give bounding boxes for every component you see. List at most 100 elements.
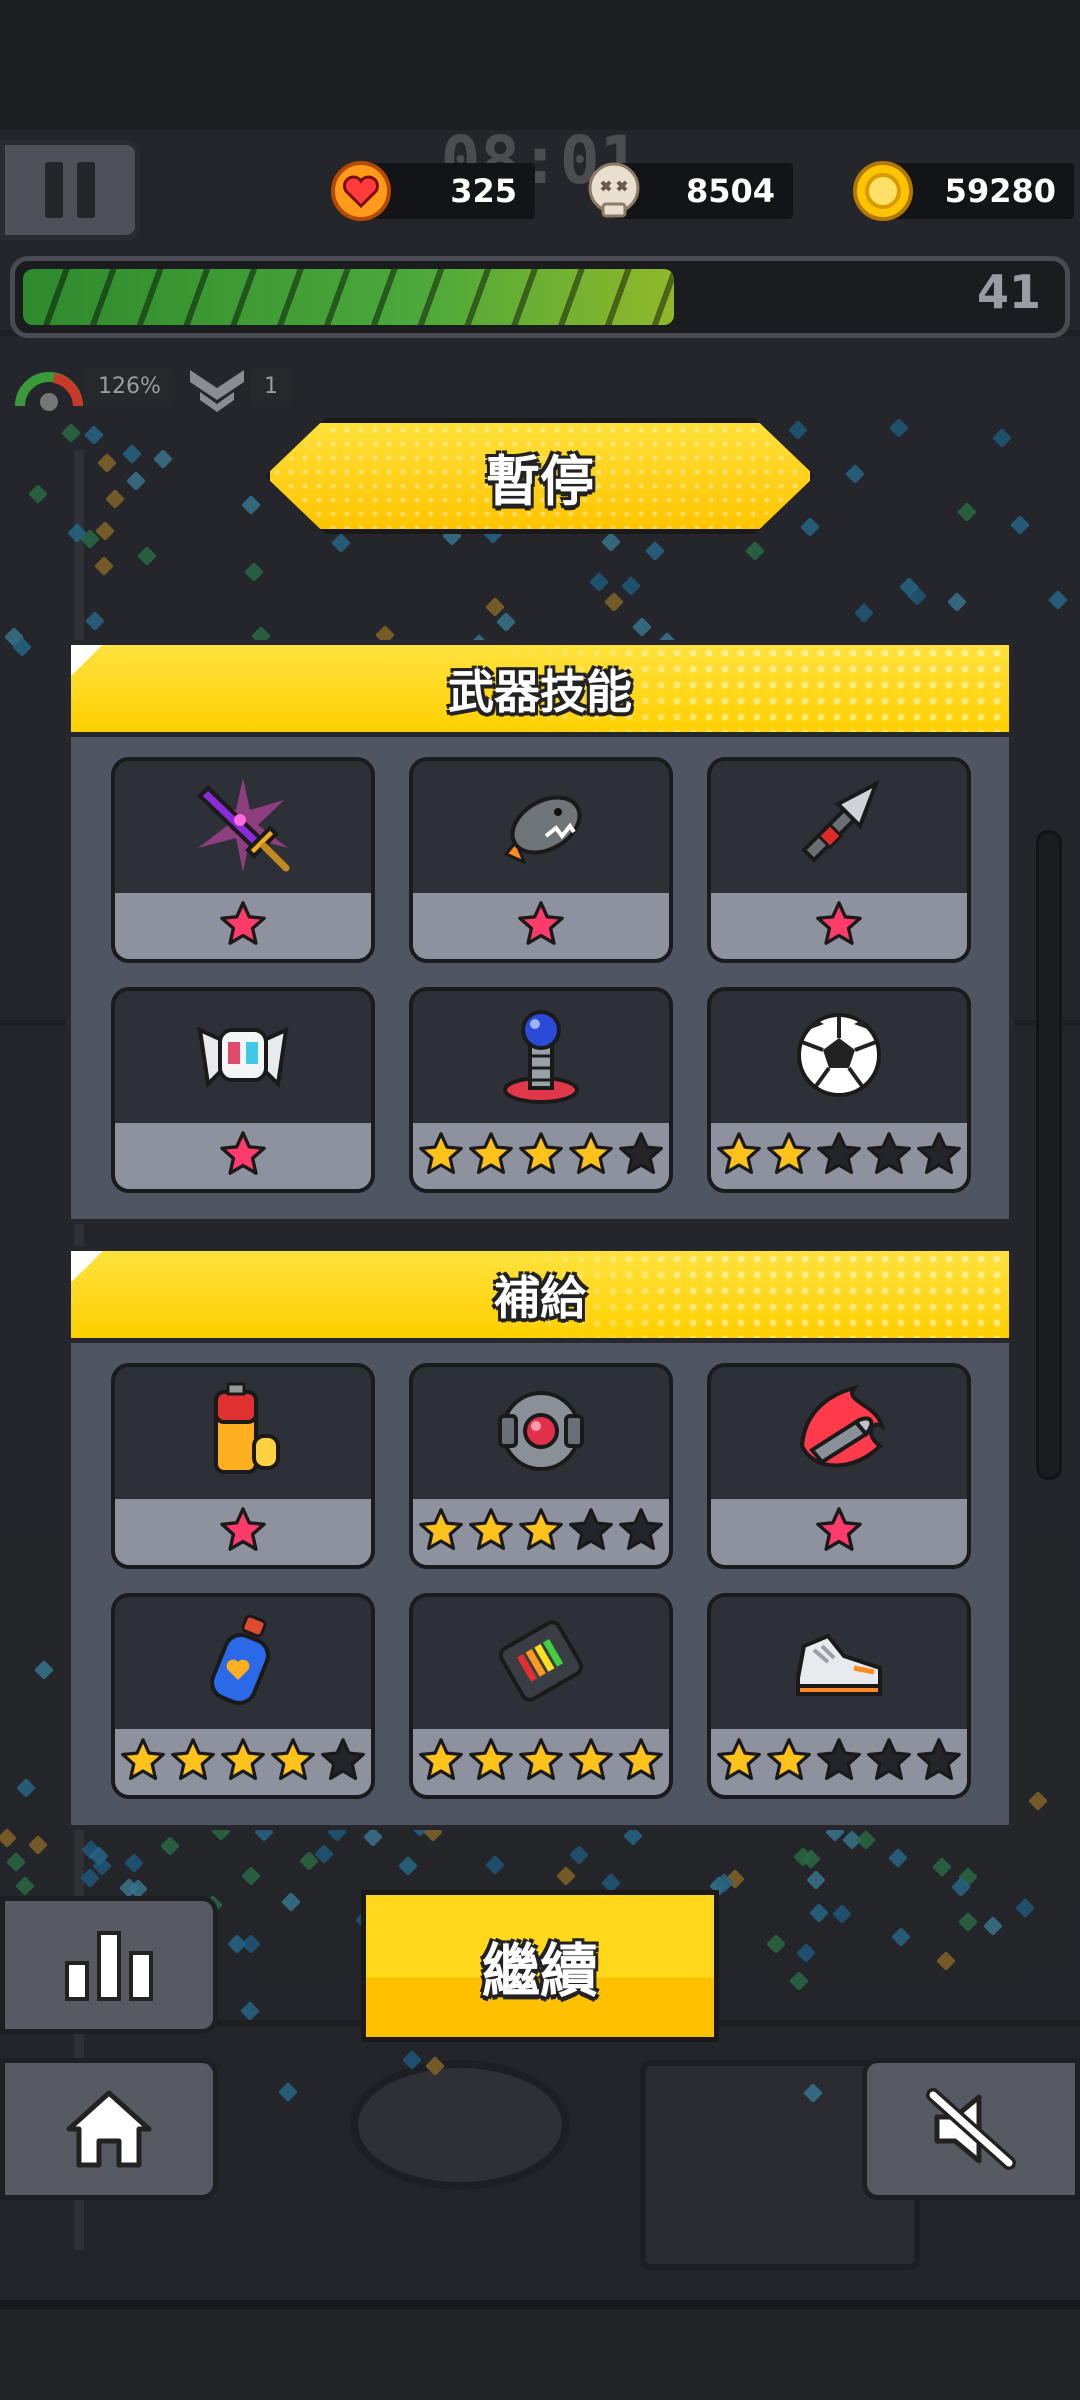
star-rating [413, 1123, 669, 1189]
supplies-header: 補給 [71, 1251, 1009, 1343]
supply-slot-heart-potion[interactable] [111, 1593, 375, 1799]
experience-bar: 41 [10, 256, 1070, 338]
star-icon-filled [766, 1737, 812, 1787]
star-icon-pink [219, 900, 267, 952]
star-rating [413, 1499, 669, 1565]
kunai-icon [784, 770, 894, 884]
pause-icon [45, 162, 63, 218]
star-icon-pink [219, 1506, 267, 1558]
star-icon-filled [568, 1737, 614, 1787]
battery-icon [188, 1376, 298, 1490]
star-icon-empty [320, 1737, 366, 1787]
star-icon-filled [270, 1737, 316, 1787]
slot-icon-area [115, 991, 371, 1123]
speed-buff-value: 126% [84, 367, 175, 405]
star-rating [115, 893, 371, 959]
heart-coin-icon [331, 161, 391, 221]
continue-button[interactable]: 繼續 [361, 1890, 719, 2042]
weapon-skills-header: 武器技能 [71, 645, 1009, 737]
slot-icon-area [413, 1367, 669, 1499]
supply-slot-energy-cube[interactable] [409, 1363, 673, 1569]
experience-fill [23, 269, 674, 325]
stats-button[interactable] [0, 1896, 218, 2034]
slot-icon-area [115, 761, 371, 893]
supplies-title: 補給 [494, 1270, 586, 1325]
energy-cube-icon [486, 1376, 596, 1490]
star-rating [413, 1729, 669, 1795]
ammo-clip-icon [486, 1606, 596, 1720]
drone-helmet-icon [188, 1000, 298, 1114]
bar-chart-icon [65, 1931, 153, 2001]
weapon-slot-drone-helmet[interactable] [111, 987, 375, 1193]
soccer-ball-icon [784, 1000, 894, 1114]
star-icon-pink [517, 900, 565, 952]
star-icon-filled [518, 1507, 564, 1557]
weapon-slot-tesla-coil[interactable] [409, 987, 673, 1193]
speed-buff: 126% [14, 356, 175, 416]
star-rating [115, 1729, 371, 1795]
hearts-counter: 325 [330, 160, 535, 222]
supplies-panel: 補給 [66, 1246, 1014, 1830]
slot-icon-area [711, 991, 967, 1123]
coins-counter: 59280 [852, 160, 1074, 222]
mute-button[interactable] [862, 2058, 1080, 2200]
rank-buff: 1 [184, 356, 292, 416]
weapon-slot-purple-sword[interactable] [111, 757, 375, 963]
star-icon-filled [468, 1507, 514, 1557]
shark-rocket-icon [486, 770, 596, 884]
weapon-skills-title: 武器技能 [448, 664, 632, 719]
star-icon-filled [170, 1737, 216, 1787]
star-icon-filled [766, 1131, 812, 1181]
slot-icon-area [413, 1597, 669, 1729]
home-icon [66, 2090, 152, 2168]
supply-slot-fire-bullet[interactable] [707, 1363, 971, 1569]
star-icon-filled [568, 1131, 614, 1181]
supplies-grid [71, 1343, 1009, 1825]
star-icon-filled [468, 1131, 514, 1181]
weapon-slot-kunai[interactable] [707, 757, 971, 963]
slot-icon-area [115, 1597, 371, 1729]
gold-coin-icon [853, 161, 913, 221]
star-icon-empty [618, 1507, 664, 1557]
pause-button[interactable] [0, 140, 140, 240]
star-icon-filled [468, 1737, 514, 1787]
kills-counter: 8504 [583, 160, 793, 222]
star-icon-pink [815, 1506, 863, 1558]
star-icon-filled [518, 1737, 564, 1787]
weapon-skills-grid [71, 737, 1009, 1219]
weapon-slot-shark-rocket[interactable] [409, 757, 673, 963]
rank-buff-value: 1 [250, 367, 292, 405]
star-icon-empty [866, 1131, 912, 1181]
star-rating [711, 1123, 967, 1189]
star-icon-empty [618, 1131, 664, 1181]
home-button[interactable] [0, 2058, 218, 2200]
skull-icon [588, 162, 640, 218]
weapon-skills-panel: 武器技能 [66, 640, 1014, 1224]
speedometer-icon [15, 372, 83, 411]
star-icon-empty [916, 1737, 962, 1787]
star-icon-empty [816, 1737, 862, 1787]
slot-icon-area [413, 761, 669, 893]
star-rating [115, 1499, 371, 1565]
star-rating [413, 893, 669, 959]
slot-icon-area [115, 1367, 371, 1499]
tesla-coil-icon [486, 1000, 596, 1114]
sound-muted-icon [926, 2088, 1016, 2170]
supply-slot-sneaker[interactable] [707, 1593, 971, 1799]
star-icon-pink [815, 900, 863, 952]
pause-title: 暫停 [486, 449, 594, 513]
star-icon-empty [866, 1737, 912, 1787]
slot-icon-area [413, 991, 669, 1123]
rank-chevron-icon [190, 370, 244, 412]
star-rating [115, 1123, 371, 1189]
star-icon-filled [518, 1131, 564, 1181]
continue-label: 繼續 [481, 1937, 598, 2005]
supply-slot-ammo-clip[interactable] [409, 1593, 673, 1799]
star-icon-filled [418, 1131, 464, 1181]
sneaker-icon [784, 1606, 894, 1720]
supply-slot-battery[interactable] [111, 1363, 375, 1569]
player-level: 41 [976, 265, 1041, 319]
weapon-slot-soccer-ball[interactable] [707, 987, 971, 1193]
star-rating [711, 1729, 967, 1795]
purple-sword-icon [188, 770, 298, 884]
